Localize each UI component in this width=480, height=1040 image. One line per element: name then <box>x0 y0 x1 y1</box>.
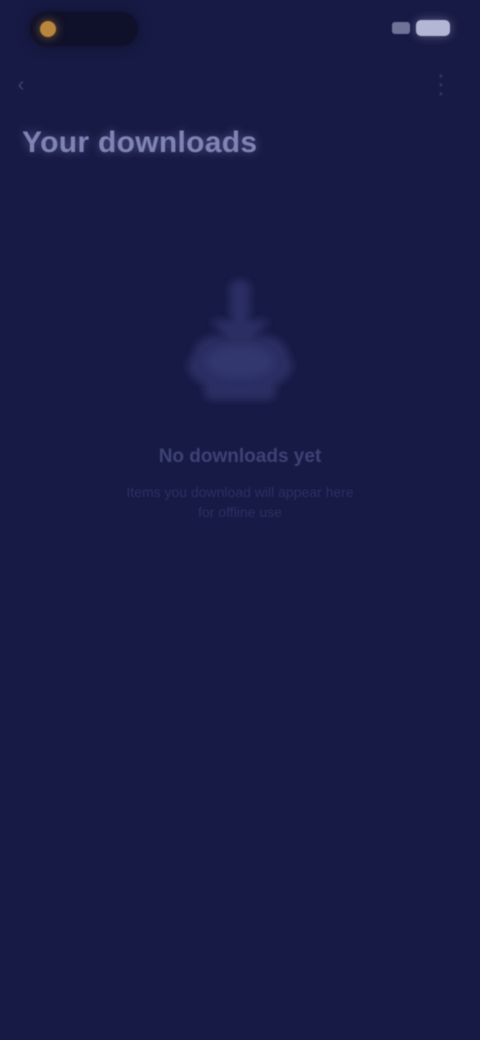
status-bar <box>0 0 480 60</box>
empty-state-title: No downloads yet <box>158 446 322 467</box>
page-title: Your downloads <box>22 126 258 159</box>
empty-state-subtitle: Items you download will appear here for … <box>126 484 354 520</box>
back-button[interactable]: ‹ <box>10 74 32 96</box>
downloads-screen: ‹ ⋮ Your downloads No downloads yet Item… <box>0 0 480 1040</box>
recording-indicator-icon <box>40 21 56 37</box>
more-options-button[interactable]: ⋮ <box>426 66 456 102</box>
download-cloud-icon <box>188 280 292 400</box>
chevron-left-icon: ‹ <box>17 74 25 96</box>
time-pill <box>30 12 138 46</box>
empty-state: No downloads yet Items you download will… <box>0 270 480 522</box>
status-icons <box>392 20 450 36</box>
more-vertical-icon: ⋮ <box>428 69 454 99</box>
signal-icon <box>392 22 410 34</box>
battery-icon <box>416 20 450 36</box>
